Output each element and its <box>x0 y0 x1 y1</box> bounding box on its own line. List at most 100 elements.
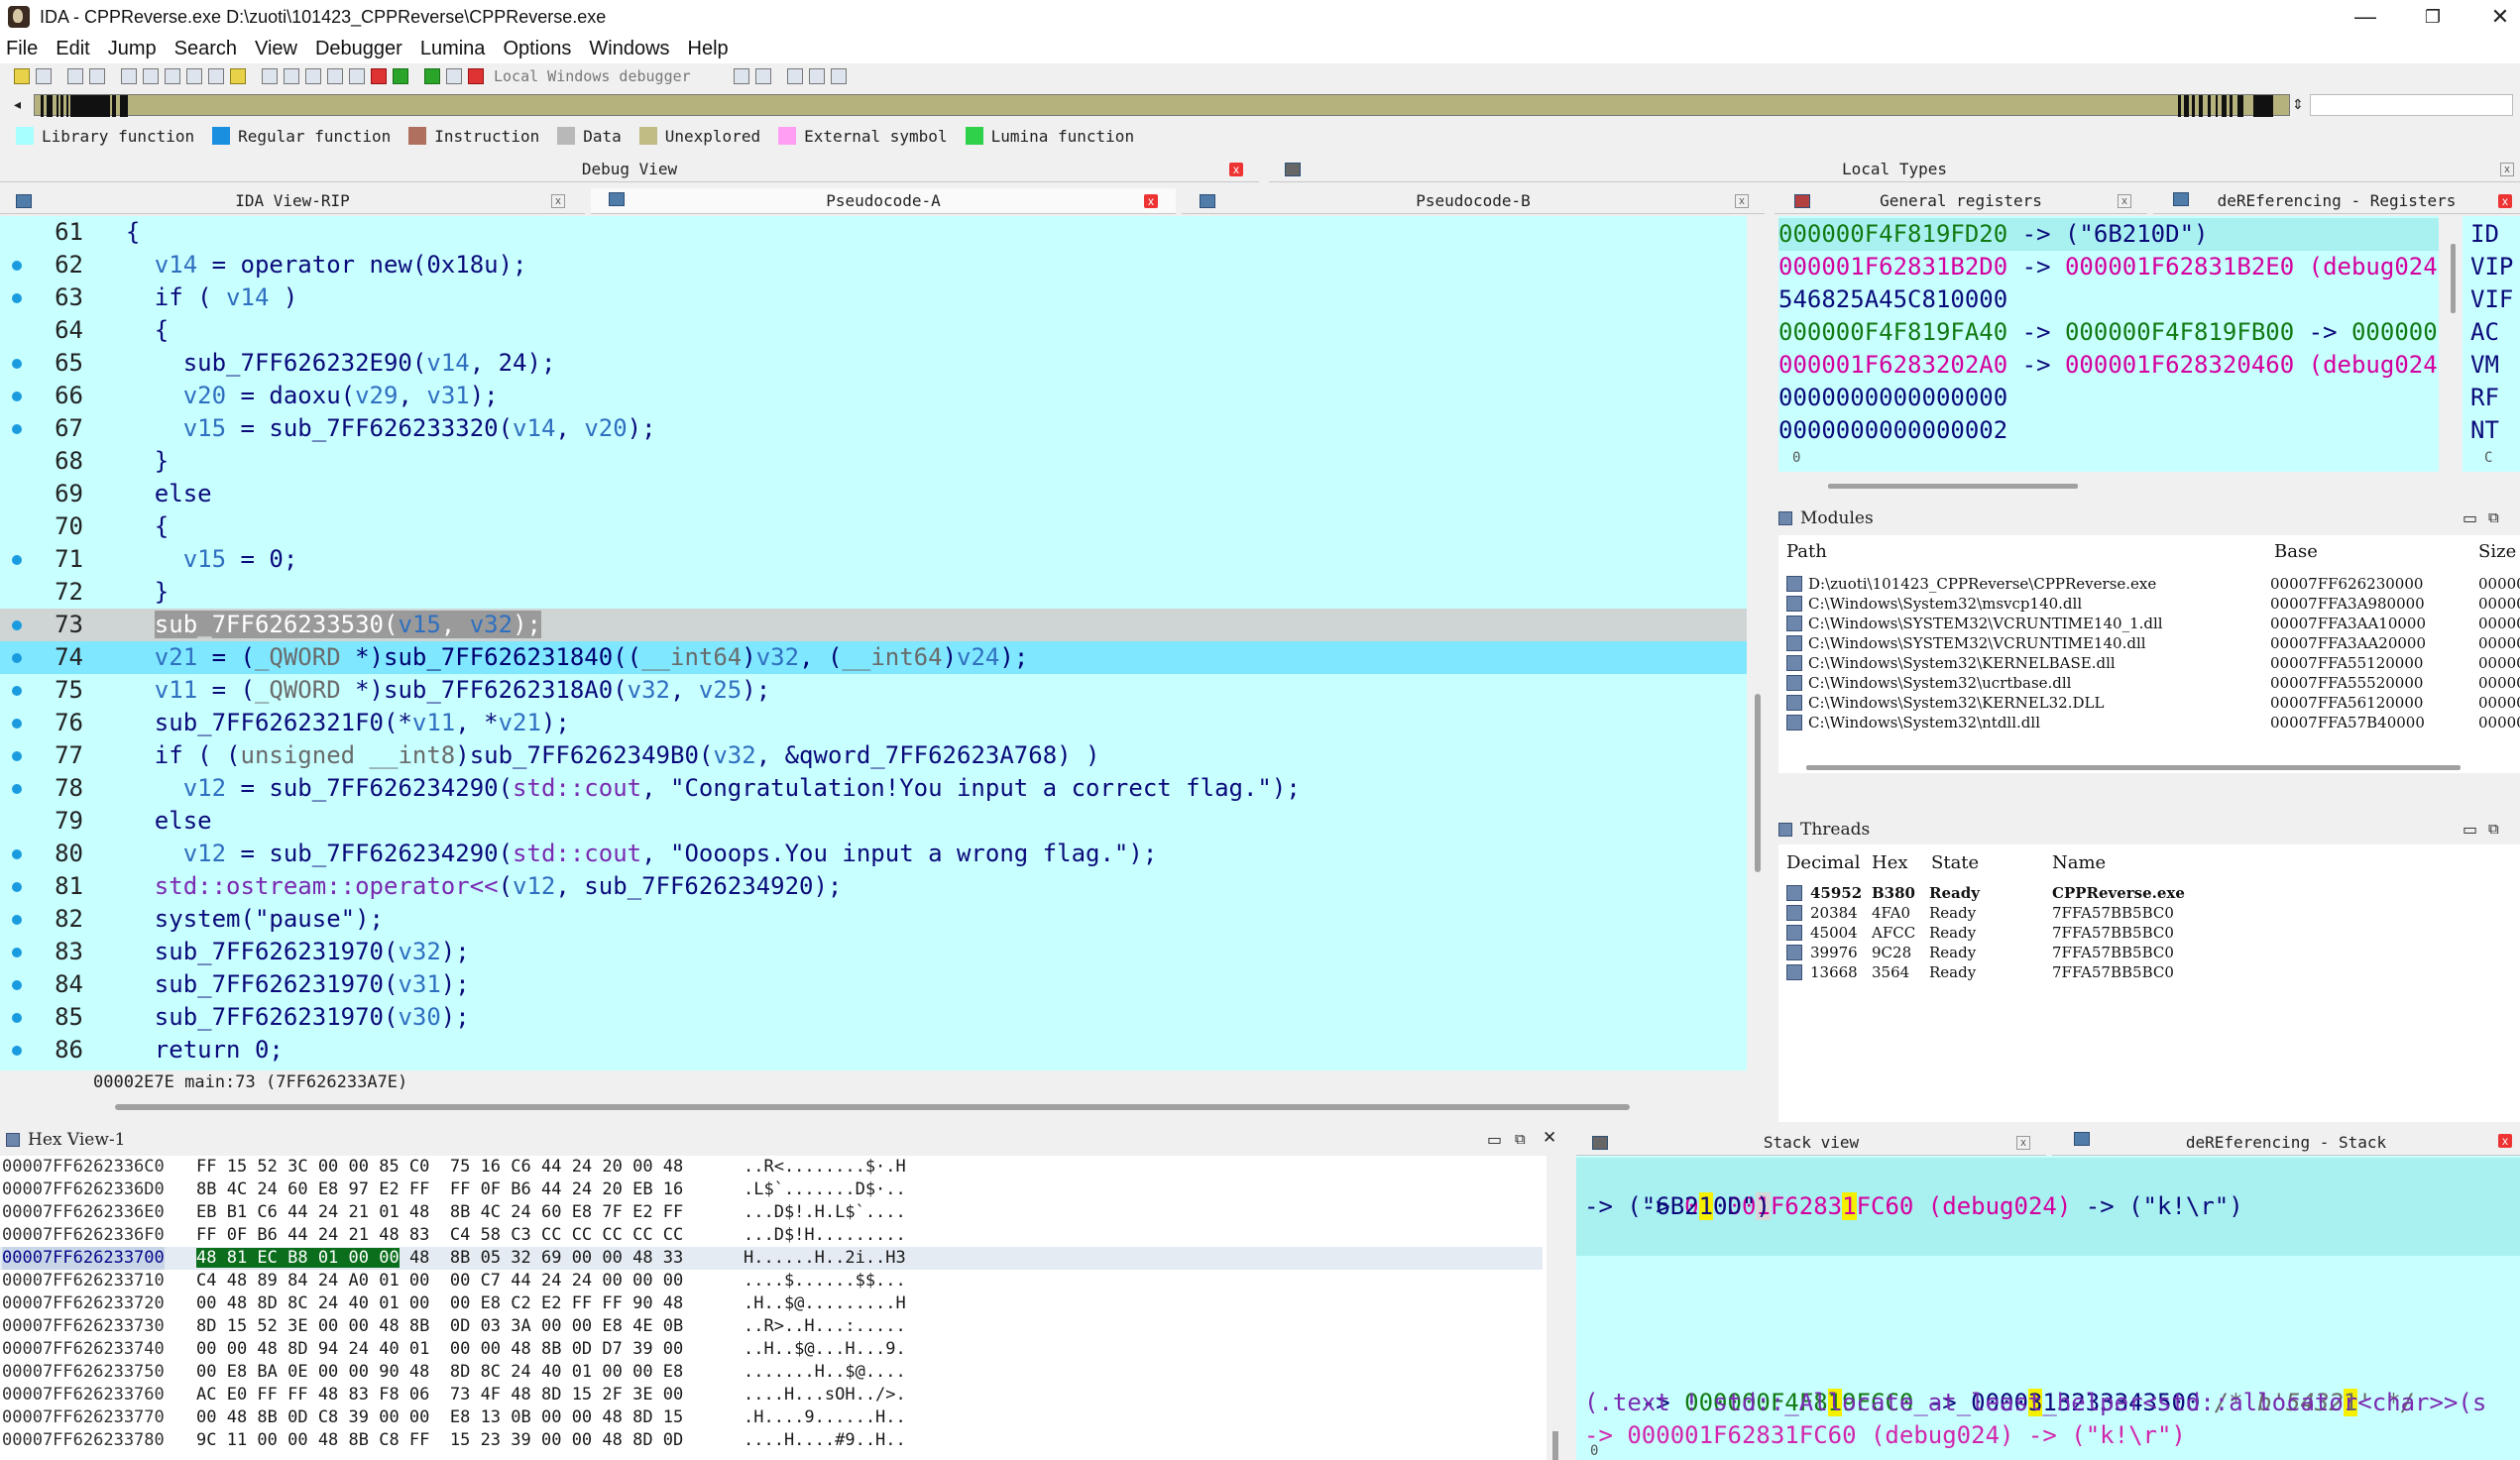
hex-bytes[interactable]: 8B 4C 24 60 E8 97 E2 FF FF 0F B6 44 24 2… <box>196 1179 683 1201</box>
run-icon[interactable] <box>393 68 408 84</box>
breakpoint-dot-icon[interactable] <box>12 719 22 729</box>
code-line[interactable]: 78 v12 = sub_7FF626234290(std::cout, "Co… <box>0 772 1747 805</box>
code-text[interactable]: v20 = daoxu(v29, v31); <box>97 380 499 412</box>
hex-ascii[interactable]: .L$`.......D$·.. <box>744 1179 906 1201</box>
tab-stack-view[interactable]: Stack view <box>1576 1130 2046 1156</box>
code-text[interactable]: v15 = sub_7FF626233320(v14, v20); <box>97 412 656 445</box>
thread-hex[interactable]: B380 <box>1872 884 1915 902</box>
code-line[interactable]: 69 else <box>0 478 1747 510</box>
breakpoint-dot-icon[interactable] <box>12 784 22 794</box>
code-text[interactable]: else <box>97 805 212 838</box>
debugger-select[interactable]: Local Windows debugger <box>494 67 722 85</box>
code-line[interactable]: 76 sub_7FF6262321F0(*v11, *v21); <box>0 707 1747 739</box>
hex-ascii[interactable]: ....H....#9..H.. <box>744 1429 906 1452</box>
hex-vscrollbar[interactable] <box>1552 1431 1558 1460</box>
register-row[interactable]: 000001F6283202A0 -> 000001F628320460 (de… <box>1778 349 2439 382</box>
search-text-icon[interactable] <box>121 68 137 84</box>
code-text[interactable]: v14 = operator new(0x18u); <box>97 249 527 281</box>
breakpoint-dot-icon[interactable] <box>12 424 22 434</box>
code-line[interactable]: 85 sub_7FF626231970(v30); <box>0 1001 1747 1034</box>
code-line[interactable]: 71 v15 = 0; <box>0 543 1747 576</box>
step-into-icon[interactable] <box>734 68 749 84</box>
code-line[interactable]: 66 v20 = daoxu(v29, v31); <box>0 380 1747 412</box>
breakpoint-dot-icon[interactable] <box>12 1046 22 1056</box>
maximize-button[interactable]: ❐ <box>2399 0 2466 34</box>
code-line[interactable]: 70 { <box>0 510 1747 543</box>
thread-hex[interactable]: AFCC <box>1872 924 1915 942</box>
module-path[interactable]: C:\Windows\System32\KERNELBASE.dll <box>1808 654 2116 672</box>
thread-dec[interactable]: 45004 <box>1810 924 1858 942</box>
stack-row[interactable]: -> 000001F62831FC60 (debug024) -> ("k!\r… <box>1584 1419 2186 1452</box>
threads-col-name[interactable]: Name <box>2052 852 2106 873</box>
register-row[interactable]: 546825A45C810000 <box>1778 283 2007 316</box>
code-text[interactable]: { <box>97 216 140 249</box>
code-line[interactable]: 63 if ( v14 ) <box>0 281 1747 314</box>
module-base[interactable]: 00007FFA3AA20000 <box>2270 634 2426 652</box>
breakpoint-dot-icon[interactable] <box>12 882 22 892</box>
module-base[interactable]: 00007FFA57B40000 <box>2270 714 2425 731</box>
save-icon[interactable] <box>36 68 52 84</box>
thread-name[interactable]: 7FFA57BB5BC0 <box>2052 944 2174 961</box>
code-line[interactable]: 83 sub_7FF626231970(v32); <box>0 936 1747 968</box>
code-line[interactable]: 73 sub_7FF626233530(v15, v32); <box>0 609 1747 641</box>
code-line[interactable]: 80 v12 = sub_7FF626234290(std::cout, "Oo… <box>0 838 1747 870</box>
hex-bytes[interactable]: 48 81 EC B8 01 00 00 48 8B 05 32 69 00 0… <box>196 1247 683 1270</box>
hex-row[interactable]: 00007FF626233760 AC E0 FF FF 48 83 F8 06 … <box>0 1384 1543 1406</box>
thread-name[interactable]: CPPReverse.exe <box>2052 884 2185 902</box>
hex-row[interactable]: 00007FF6262336E0 EB B1 C6 44 24 21 01 48 … <box>0 1201 1543 1224</box>
module-base[interactable]: 00007FFA55120000 <box>2270 654 2423 672</box>
breakpoint-dot-icon[interactable] <box>12 392 22 401</box>
code-text[interactable]: sub_7FF626231970(v30); <box>97 1001 470 1034</box>
thread-state[interactable]: Ready <box>1929 944 1976 961</box>
code-text[interactable]: system("pause"); <box>97 903 384 936</box>
code-line[interactable]: 74 v21 = (_QWORD *)sub_7FF626231840((__i… <box>0 641 1747 674</box>
flags-view[interactable]: ID VIP VIF AC VM RF NT C <box>2463 216 2520 472</box>
module-base[interactable]: 00007FFA3A980000 <box>2270 595 2425 613</box>
menu-debugger[interactable]: Debugger <box>315 38 402 60</box>
hex-ascii[interactable]: .H..$@.........H <box>744 1292 906 1315</box>
nav-right-arrow-icon[interactable]: ⇕ <box>2292 96 2304 113</box>
threads-col-hex[interactable]: Hex <box>1872 852 1908 873</box>
breakpoint-dot-icon[interactable] <box>12 359 22 369</box>
module-size[interactable]: 00000 <box>2478 694 2520 712</box>
pseudocode-view[interactable]: 61 {62 v14 = operator new(0x18u); 63 if (… <box>0 216 1747 1070</box>
search-immediate-icon[interactable] <box>165 68 180 84</box>
registers-scrollbar[interactable] <box>1828 484 2078 489</box>
code-line[interactable]: 77 if ( (unsigned __int8)sub_7FF6262349B… <box>0 739 1747 772</box>
thread-hex[interactable]: 4FA0 <box>1872 904 1910 922</box>
hex-row[interactable]: 00007FF6262336C0 FF 15 52 3C 00 00 85 C0 … <box>0 1156 1543 1179</box>
hex-bytes[interactable]: 8D 15 52 3E 00 00 48 8B 0D 03 3A 00 00 E… <box>196 1315 683 1338</box>
hex-bytes[interactable]: C4 48 89 84 24 A0 01 00 00 C7 44 24 24 0… <box>196 1270 683 1292</box>
hex-ascii[interactable]: ...D$!.H.L$`.... <box>744 1201 906 1224</box>
module-path[interactable]: C:\Windows\SYSTEM32\VCRUNTIME140.dll <box>1808 634 2146 652</box>
hex-close-icon[interactable]: ✕ <box>1543 1128 1556 1148</box>
menu-jump[interactable]: Jump <box>108 38 157 60</box>
module-path[interactable]: C:\Windows\System32\ucrtbase.dll <box>1808 674 2071 692</box>
register-row[interactable]: 0000000000000002 <box>1778 414 2007 447</box>
breakpoint-dot-icon[interactable] <box>12 980 22 990</box>
hex-bytes[interactable]: FF 0F B6 44 24 21 48 83 C4 58 C3 CC CC C… <box>196 1224 683 1247</box>
code-text[interactable]: } <box>97 576 169 609</box>
code-text[interactable]: if ( (unsigned __int8)sub_7FF6262349B0(v… <box>97 739 1100 772</box>
thread-state[interactable]: Ready <box>1929 884 1980 902</box>
register-row[interactable]: 000001F62831B2D0 -> 000001F62831B2E0 (de… <box>1778 251 2439 283</box>
local-types-close-icon[interactable]: x <box>2500 163 2514 176</box>
breakpoint-dot-icon[interactable] <box>12 653 22 663</box>
module-size[interactable]: 00000 <box>2478 674 2520 692</box>
close-button[interactable]: ✕ <box>2466 0 2520 34</box>
hex-bytes[interactable]: 00 E8 BA 0E 00 00 90 48 8D 8C 24 40 01 0… <box>196 1361 683 1384</box>
register-row[interactable]: 000000F4F819FD20 -> ("6B210D") <box>1778 218 2439 251</box>
breakpoint-dot-icon[interactable] <box>12 555 22 565</box>
modules-float-icon[interactable]: ⧉ <box>2488 508 2499 526</box>
forward-icon[interactable] <box>89 68 105 84</box>
thread-dec[interactable]: 39976 <box>1810 944 1858 961</box>
module-base[interactable]: 00007FFA55520000 <box>2270 674 2423 692</box>
module-base[interactable]: 00007FFA3AA10000 <box>2270 615 2426 632</box>
code-text[interactable]: v11 = (_QWORD *)sub_7FF6262318A0(v32, v2… <box>97 674 770 707</box>
breakpoint-dot-icon[interactable] <box>12 293 22 303</box>
hex-bytes[interactable]: EB B1 C6 44 24 21 01 48 8B 4C 24 60 E8 7… <box>196 1201 683 1224</box>
breakpoint-dot-icon[interactable] <box>12 849 22 859</box>
hex-ascii[interactable]: .H....9......H.. <box>744 1406 906 1429</box>
hex-view[interactable]: 00007FF6262336C0 FF 15 52 3C 00 00 85 C0 … <box>0 1156 1546 1460</box>
breakpoint-dot-icon[interactable] <box>12 686 22 696</box>
